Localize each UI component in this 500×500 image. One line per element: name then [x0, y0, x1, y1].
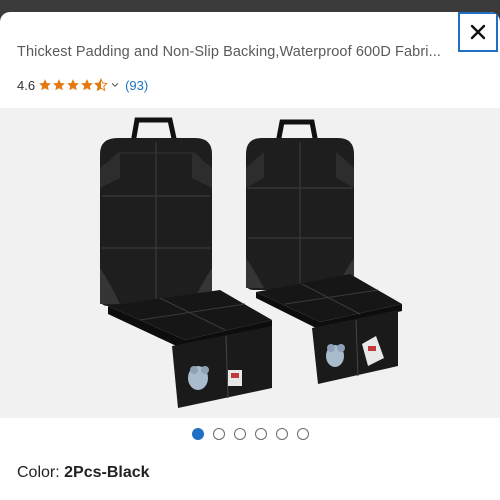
carousel-dot[interactable] [212, 428, 225, 440]
chevron-down-icon [111, 82, 119, 87]
carousel-dot[interactable] [233, 428, 246, 440]
color-value: 2Pcs-Black [64, 464, 150, 481]
carousel-dot[interactable] [296, 428, 309, 440]
carousel-pagination [0, 426, 500, 442]
color-label: Color: [17, 464, 65, 481]
star-full-icon [81, 79, 93, 91]
rating-value: 4.6 [17, 77, 36, 93]
close-button[interactable] [458, 12, 498, 52]
review-count-link[interactable]: (93) [125, 78, 148, 93]
rating-summary[interactable]: 4.6 (93) [17, 76, 148, 94]
star-half-icon [94, 78, 108, 92]
color-selection: Color: 2Pcs-Black [17, 464, 150, 482]
product-image [0, 108, 500, 418]
carousel-dot[interactable] [254, 428, 267, 440]
star-full-icon [53, 79, 65, 91]
product-image-carousel[interactable] [0, 108, 500, 418]
star-rating [38, 78, 120, 92]
product-detail-sheet: Thickest Padding and Non-Slip Backing,Wa… [0, 12, 500, 500]
carousel-dot[interactable] [191, 428, 204, 440]
star-full-icon [67, 79, 79, 91]
product-title[interactable]: Thickest Padding and Non-Slip Backing,Wa… [17, 44, 457, 66]
carousel-dot[interactable] [275, 428, 288, 440]
close-icon [470, 24, 486, 40]
star-full-icon [39, 79, 51, 91]
